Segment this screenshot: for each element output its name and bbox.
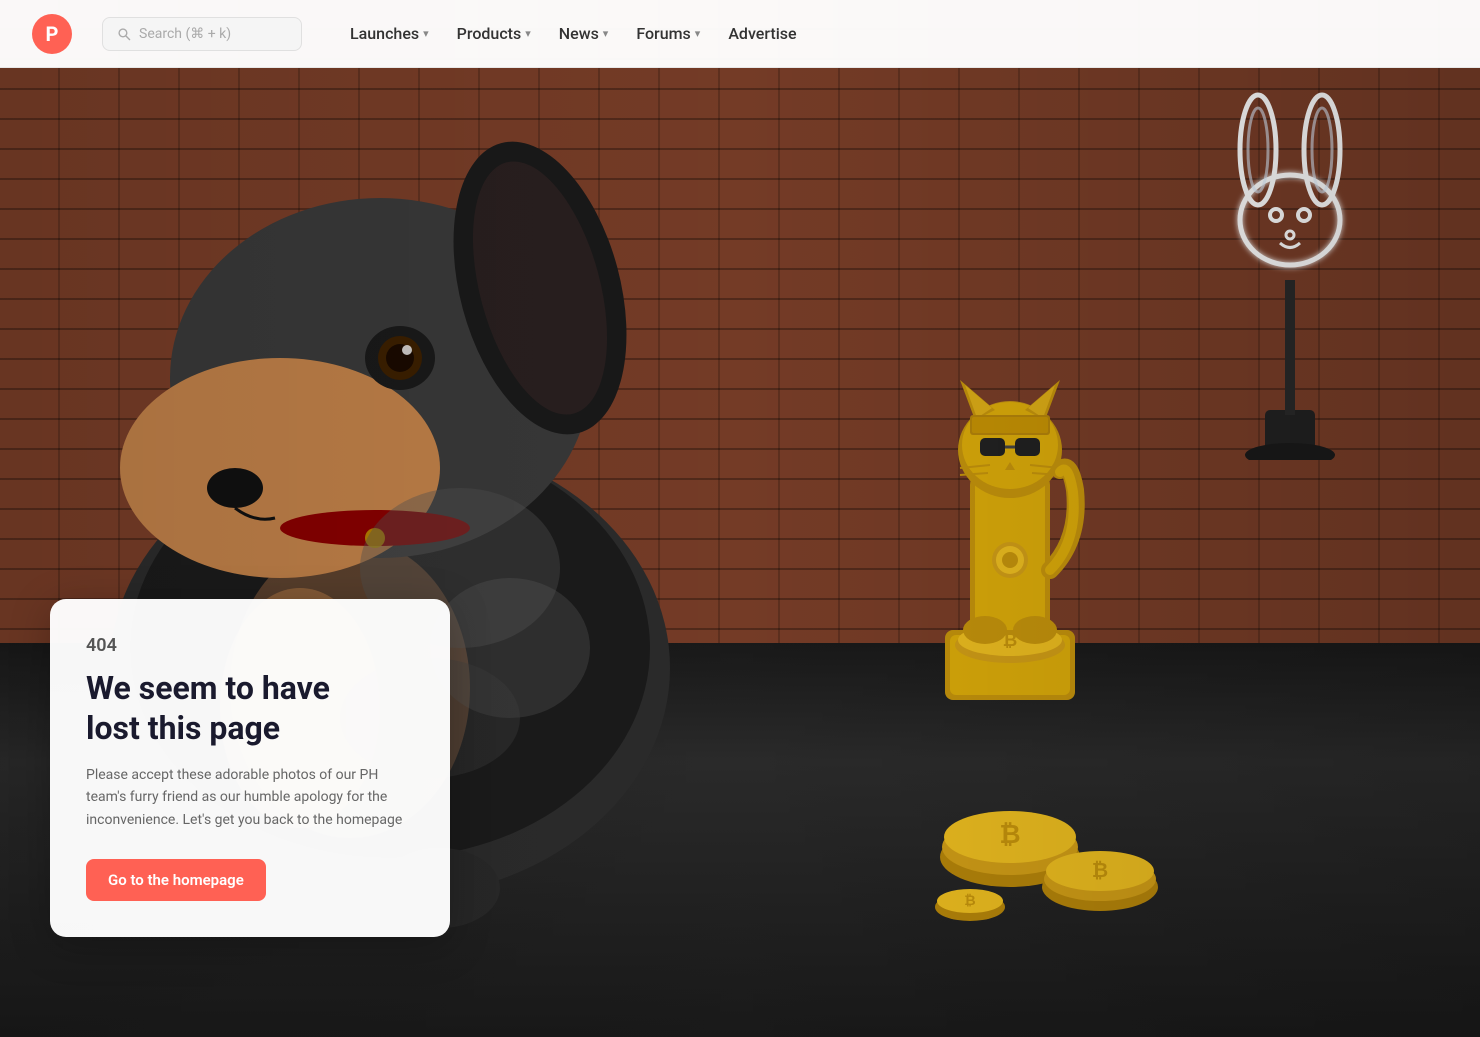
chevron-down-icon: ▾ [695, 27, 701, 40]
nav-products-label: Products [457, 24, 522, 43]
nav-news-label: News [559, 24, 599, 43]
nav-advertise-label: Advertise [728, 24, 796, 43]
go-to-homepage-button[interactable]: Go to the homepage [86, 859, 266, 901]
logo-icon: P [32, 14, 72, 54]
nav-launches-label: Launches [350, 24, 419, 43]
nav-item-advertise[interactable]: Advertise [716, 16, 808, 51]
nav-links: Launches ▾ Products ▾ News ▾ Forums ▾ Ad… [338, 16, 809, 51]
chevron-down-icon: ▾ [603, 27, 609, 40]
nav-forums-label: Forums [636, 24, 690, 43]
error-code: 404 [86, 635, 414, 656]
chevron-down-icon: ▾ [423, 27, 429, 40]
search-bar[interactable]: Search (⌘ + k) [102, 17, 302, 51]
search-placeholder: Search (⌘ + k) [139, 26, 231, 42]
search-icon [117, 27, 131, 41]
error-title: We seem to have lost this page [86, 668, 414, 748]
error-card: 404 We seem to have lost this page Pleas… [50, 599, 450, 937]
hero-section: ₿ [0, 0, 1480, 1037]
nav-item-forums[interactable]: Forums ▾ [624, 16, 712, 51]
nav-item-launches[interactable]: Launches ▾ [338, 16, 441, 51]
chevron-down-icon: ▾ [525, 27, 531, 40]
logo-link[interactable]: P [32, 14, 72, 54]
navbar: P Search (⌘ + k) Launches ▾ Products ▾ N… [0, 0, 1480, 68]
error-description: Please accept these adorable photos of o… [86, 764, 414, 831]
nav-item-news[interactable]: News ▾ [547, 16, 621, 51]
nav-item-products[interactable]: Products ▾ [445, 16, 543, 51]
